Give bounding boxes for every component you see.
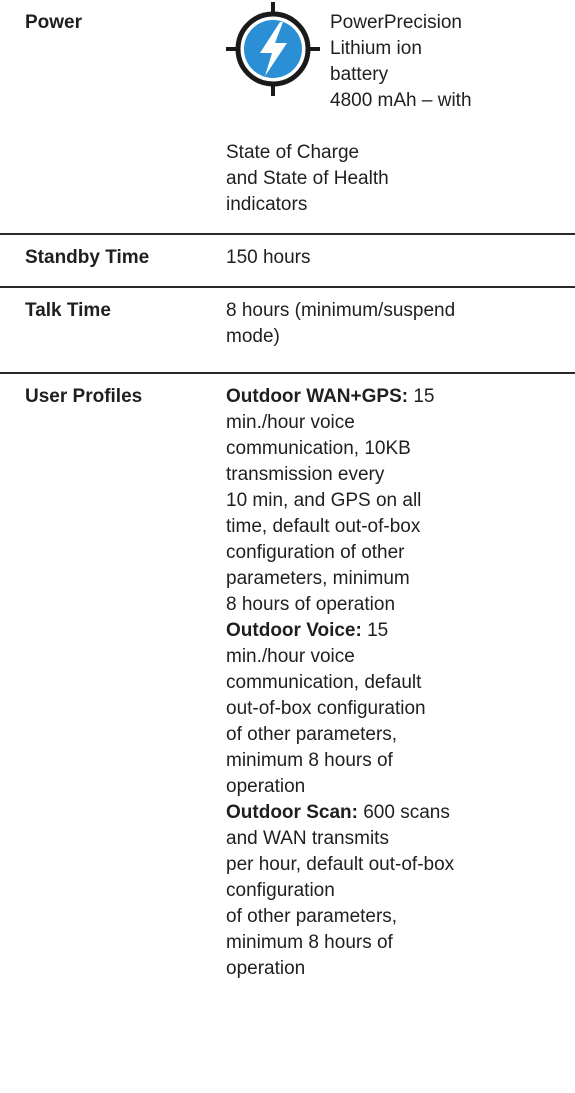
text-line: operation [226,776,306,797]
power-description-upper: PowerPrecision Lithium ion battery 4800 … [330,10,472,114]
text-line: 4800 mAh – with [330,90,472,111]
text-line: operation [226,958,306,979]
profile-name: Outdoor Scan: [226,802,358,823]
text-line: 10 min, and GPS on all [226,490,422,511]
text-line: Lithium ion [330,38,422,59]
spec-label: Power [25,12,83,33]
text-line: PowerPrecision [330,12,462,33]
spec-value: 8 hours (minimum/suspend mode) [226,298,550,372]
text-line: of other parameters, [226,724,398,745]
spec-label: Talk Time [25,300,111,321]
text-line: minimum 8 hours of [226,750,393,771]
profile-heading-line: Outdoor Scan: 600 scans [226,800,550,826]
text-line: of other parameters, [226,906,398,927]
text-line: State of Charge [226,142,360,163]
text-line: communication, 10KB [226,438,411,459]
text-line: 150 hours [226,247,311,268]
profile-first-line: 600 scans [357,802,450,823]
text-line: min./hour voice [226,412,355,433]
spec-value: 150 hours [226,245,550,286]
text-line: transmission every [226,464,385,485]
profile-first-line: 15 [408,386,435,407]
text-line: configuration of other [226,542,405,563]
profile-first-line: 15 [361,620,389,641]
spec-label: User Profiles [25,386,143,407]
spec-value: Outdoor WAN+GPS: 15 min./hour voice comm… [226,384,550,982]
text-line: minimum 8 hours of [226,932,393,953]
spec-row-standby: Standby Time 150 hours [0,233,575,286]
text-line: battery [330,64,389,85]
text-line: configuration [226,880,335,901]
power-description-lower: State of Charge and State of Health indi… [226,140,389,218]
text-line: mode) [226,326,280,347]
spec-label: Standby Time [25,247,150,268]
text-line: min./hour voice [226,646,355,667]
text-line: parameters, minimum [226,568,410,589]
text-line: and WAN transmits [226,828,389,849]
text-line: 8 hours of operation [226,594,396,615]
profile-heading-line: Outdoor WAN+GPS: 15 [226,384,550,410]
spec-table: Power PowerPrecision Lithium ion battery… [0,0,575,982]
spec-value: PowerPrecision Lithium ion battery 4800 … [226,2,550,233]
text-line: indicators [226,194,308,215]
lightning-bolt-crosshair-icon [226,2,320,96]
text-line: time, default out-of-box [226,516,421,537]
text-line: and State of Health [226,168,389,189]
spec-row-talk: Talk Time 8 hours (minimum/suspend mode) [0,286,575,372]
profile-name: Outdoor WAN+GPS: [226,386,409,407]
profile-name: Outdoor Voice: [226,620,362,641]
text-line: out-of-box configuration [226,698,426,719]
spec-row-user-profiles: User Profiles Outdoor WAN+GPS: 15 min./h… [0,372,575,982]
spec-row-power: Power PowerPrecision Lithium ion battery… [0,0,575,233]
text-line: per hour, default out-of-box [226,854,455,875]
text-line: 8 hours (minimum/suspend [226,300,456,321]
profile-heading-line: Outdoor Voice: 15 [226,618,550,644]
text-line: communication, default [226,672,422,693]
